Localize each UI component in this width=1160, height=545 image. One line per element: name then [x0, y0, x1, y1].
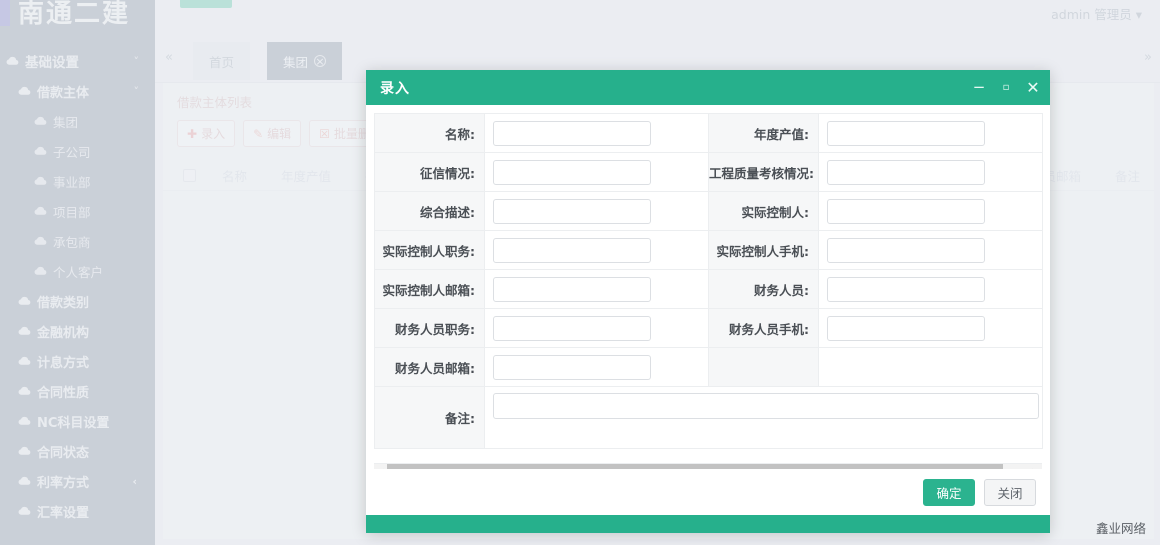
watermark: 鑫业网络: [1095, 521, 1146, 536]
form-label-2-right: 实际控制人:: [708, 191, 819, 231]
form-row: 实际控制人职务: 实际控制人手机:: [374, 230, 1043, 270]
modal-bottom-accent-bar: [366, 515, 1050, 533]
input-征信情况[interactable]: [493, 159, 651, 185]
form-label-4-right: 财务人员:: [708, 269, 819, 309]
input-工程质量考核情况[interactable]: [827, 159, 985, 185]
modal-footer: 确定 关闭: [366, 469, 1050, 515]
form-row: 名称: 年度产值:: [374, 113, 1043, 153]
form-field-3-left: [484, 230, 709, 270]
form-field-1-left: [484, 152, 709, 192]
input-remark[interactable]: [493, 393, 1039, 419]
form-row-remark: 备注:: [374, 386, 1043, 449]
form-field-3-right: [818, 230, 1043, 270]
entry-form-table: 名称: 年度产值: 征信情况: 工程质量考核情况: 综合描述: 实际控制人: 实际控制人职务…: [374, 113, 1043, 449]
form-label-remark: 备注:: [374, 386, 485, 449]
form-label-1-right: 工程质量考核情况:: [708, 152, 819, 192]
input-财务人员邮箱[interactable]: [493, 354, 651, 380]
form-row: 财务人员邮箱:: [374, 347, 1043, 387]
form-row: 实际控制人邮箱: 财务人员:: [374, 269, 1043, 309]
maximize-icon[interactable]: ▫: [999, 81, 1013, 95]
form-label-2-left: 综合描述:: [374, 191, 485, 231]
form-field-0-right: [818, 113, 1043, 153]
input-财务人员职务[interactable]: [493, 315, 651, 341]
input-实际控制人邮箱[interactable]: [493, 276, 651, 302]
form-field-6-left: [484, 347, 709, 387]
form-field-2-right: [818, 191, 1043, 231]
form-label-1-left: 征信情况:: [374, 152, 485, 192]
form-field-remark: [484, 386, 1043, 449]
form-row: 征信情况: 工程质量考核情况:: [374, 152, 1043, 192]
input-年度产值[interactable]: [827, 120, 985, 146]
form-row: 财务人员职务: 财务人员手机:: [374, 308, 1043, 348]
form-field-5-left: [484, 308, 709, 348]
entry-modal: 录入 − ▫ ✕ 名称: 年度产值: 征信情况: 工程质量考核情况: 综合描述: 实际控制…: [366, 70, 1050, 533]
close-button[interactable]: 关闭: [984, 478, 1036, 506]
form-field-0-left: [484, 113, 709, 153]
form-label-5-left: 财务人员职务:: [374, 308, 485, 348]
form-row: 综合描述: 实际控制人:: [374, 191, 1043, 231]
modal-body: 名称: 年度产值: 征信情况: 工程质量考核情况: 综合描述: 实际控制人: 实际控制人职务…: [366, 105, 1050, 469]
form-label-6-left: 财务人员邮箱:: [374, 347, 485, 387]
close-icon[interactable]: ✕: [1026, 79, 1040, 95]
scrollbar-track[interactable]: [387, 464, 1029, 469]
form-empty-field-6: [818, 347, 1043, 387]
input-综合描述[interactable]: [493, 198, 651, 224]
form-field-5-right: [818, 308, 1043, 348]
input-实际控制人手机[interactable]: [827, 237, 985, 263]
form-label-0-right: 年度产值:: [708, 113, 819, 153]
form-label-4-left: 实际控制人邮箱:: [374, 269, 485, 309]
horizontal-scrollbar[interactable]: ◄ ►: [374, 463, 1042, 469]
form-field-4-right: [818, 269, 1043, 309]
minimize-icon[interactable]: −: [972, 80, 986, 95]
form-field-4-left: [484, 269, 709, 309]
form-label-5-right: 财务人员手机:: [708, 308, 819, 348]
form-label-0-left: 名称:: [374, 113, 485, 153]
modal-title-bar[interactable]: 录入 − ▫ ✕: [366, 70, 1050, 105]
window-controls: − ▫ ✕: [972, 79, 1040, 95]
input-名称[interactable]: [493, 120, 651, 146]
modal-title: 录入: [380, 80, 410, 97]
form-empty-label-6: [708, 347, 819, 387]
form-field-1-right: [818, 152, 1043, 192]
input-实际控制人职务[interactable]: [493, 237, 651, 263]
form-label-3-left: 实际控制人职务:: [374, 230, 485, 270]
input-财务人员手机[interactable]: [827, 315, 985, 341]
form-field-2-left: [484, 191, 709, 231]
input-财务人员[interactable]: [827, 276, 985, 302]
scrollbar-thumb[interactable]: [387, 464, 1004, 469]
form-label-3-right: 实际控制人手机:: [708, 230, 819, 270]
confirm-button[interactable]: 确定: [923, 478, 975, 506]
input-实际控制人[interactable]: [827, 198, 985, 224]
